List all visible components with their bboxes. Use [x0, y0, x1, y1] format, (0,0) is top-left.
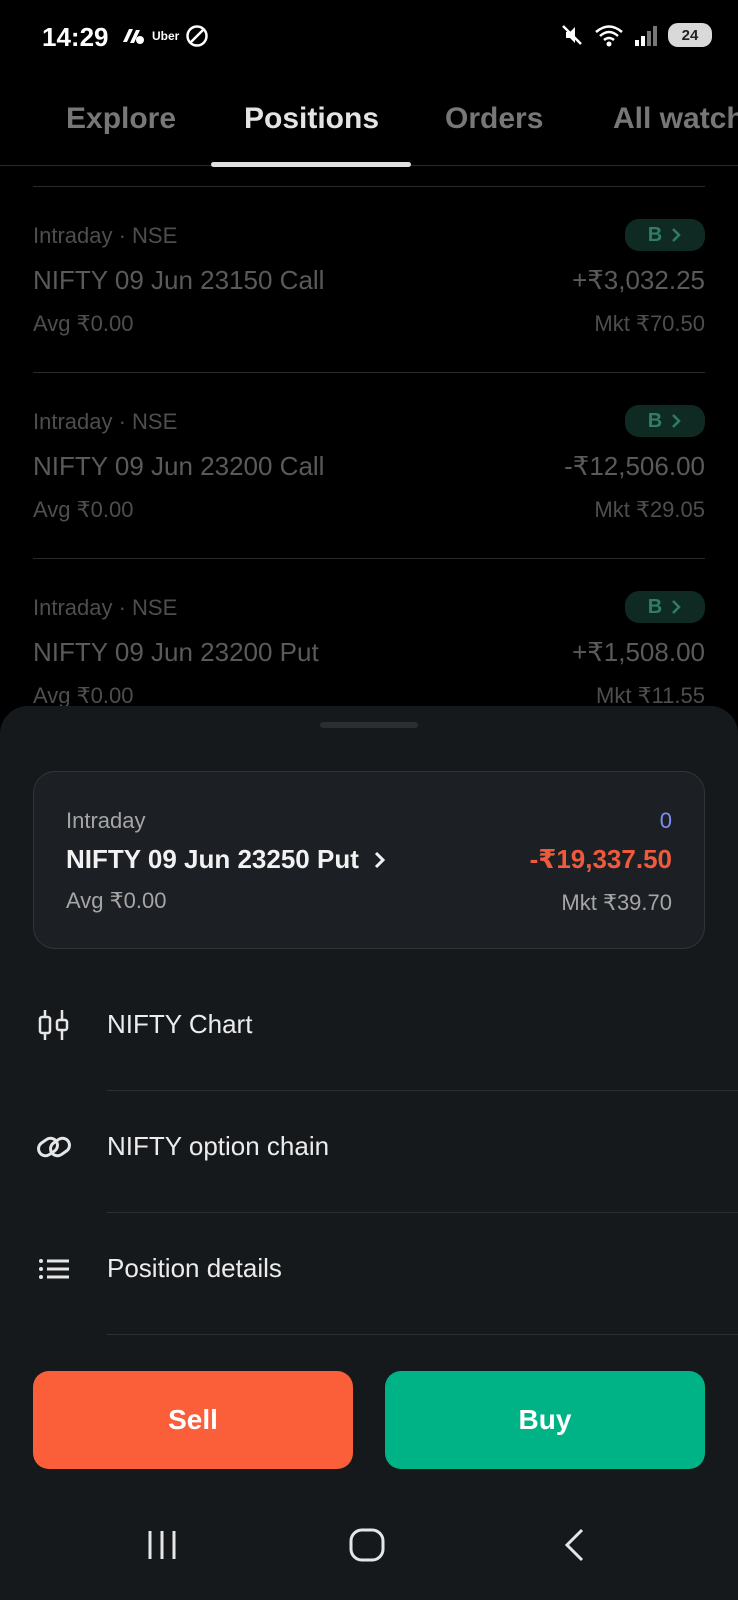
summary-pnl: -₹19,337.50 — [529, 844, 672, 874]
menu-item-option-chain[interactable]: NIFTY option chain — [0, 1091, 738, 1213]
sell-button[interactable]: Sell — [33, 1371, 353, 1469]
buy-badge[interactable]: B — [625, 219, 705, 251]
chevron-right-icon — [374, 851, 385, 868]
summary-quantity: 0 — [659, 808, 672, 833]
position-name: NIFTY 09 Jun 23200 Call — [33, 451, 325, 481]
do-not-disturb-icon — [186, 25, 209, 47]
position-meta: Intraday · NSE — [33, 409, 178, 434]
chevron-right-icon — [672, 228, 681, 242]
tab-all-watchlists[interactable]: All watch — [613, 102, 738, 136]
sheet-drag-handle[interactable] — [320, 722, 418, 728]
chevron-right-icon — [672, 414, 681, 428]
status-bar: 14:29 Uber 24 — [0, 0, 738, 76]
position-meta: Intraday · NSE — [33, 595, 178, 620]
mute-icon — [562, 25, 582, 45]
position-avg: Avg ₹0.00 — [33, 311, 134, 336]
position-bottom-sheet: Intraday NIFTY 09 Jun 23250 Put Avg ₹0.0… — [0, 706, 738, 1600]
position-mkt: Mkt ₹29.05 — [594, 497, 705, 522]
tab-positions[interactable]: Positions — [244, 102, 379, 136]
menu-label: NIFTY Chart — [107, 1009, 253, 1039]
buy-badge[interactable]: B — [625, 591, 705, 623]
status-indicators: 24 — [560, 22, 712, 48]
recents-button[interactable] — [132, 1520, 192, 1570]
summary-avg-price: Avg ₹0.00 — [66, 888, 167, 913]
uber-label: Uber — [152, 29, 180, 43]
back-button[interactable] — [544, 1520, 604, 1570]
wifi-icon — [595, 25, 623, 47]
chevron-right-icon — [672, 600, 681, 614]
position-pnl: -₹12,506.00 — [564, 451, 705, 481]
battery-icon: 24 — [668, 23, 712, 47]
uber-icon — [123, 29, 144, 44]
buy-button[interactable]: Buy — [385, 1371, 705, 1469]
position-meta: Intraday · NSE — [33, 223, 178, 248]
back-icon — [564, 1528, 584, 1562]
position-summary-card: Intraday NIFTY 09 Jun 23250 Put Avg ₹0.0… — [33, 771, 705, 949]
recents-icon — [148, 1531, 176, 1559]
position-mkt: Mkt ₹70.50 — [594, 311, 705, 336]
position-name: NIFTY 09 Jun 23150 Call — [33, 265, 325, 295]
system-nav-bar — [0, 1490, 738, 1600]
menu-item-position-details[interactable]: Position details — [0, 1213, 738, 1335]
menu-label: NIFTY option chain — [107, 1131, 330, 1161]
badge-label: B — [647, 409, 663, 432]
menu-label: Position details — [107, 1253, 282, 1283]
position-pnl: +₹3,032.25 — [572, 265, 705, 295]
tab-explore[interactable]: Explore — [66, 102, 176, 136]
tab-orders[interactable]: Orders — [445, 102, 543, 136]
position-row[interactable]: Intraday · NSE NIFTY 09 Jun 23200 Call A… — [33, 372, 705, 558]
position-avg: Avg ₹0.00 — [33, 497, 134, 522]
summary-product-type: Intraday — [66, 808, 146, 833]
uber-notification: Uber — [120, 24, 209, 48]
position-name: NIFTY 09 Jun 23200 Put — [33, 637, 319, 667]
buy-badge[interactable]: B — [625, 405, 705, 437]
candlestick-icon — [38, 1010, 69, 1040]
position-row[interactable]: Intraday · NSE NIFTY 09 Jun 23150 Call A… — [33, 186, 705, 372]
active-tab-indicator — [211, 162, 411, 167]
summary-instrument-name: NIFTY 09 Jun 23250 Put — [66, 844, 359, 874]
position-pnl: +₹1,508.00 — [572, 637, 705, 667]
list-icon — [39, 1259, 69, 1279]
top-tabs: Explore Positions Orders All watch — [0, 90, 738, 167]
summary-instrument-link[interactable]: NIFTY 09 Jun 23250 Put — [66, 844, 387, 875]
summary-market-price: Mkt ₹39.70 — [561, 890, 672, 915]
signal-icon — [635, 26, 657, 46]
status-time: 14:29 — [42, 22, 109, 52]
menu-divider — [107, 1334, 738, 1335]
menu-item-chart[interactable]: NIFTY Chart — [0, 969, 738, 1091]
link-icon — [37, 1136, 71, 1158]
badge-label: B — [647, 595, 663, 618]
badge-label: B — [647, 223, 663, 246]
home-icon — [349, 1528, 385, 1562]
home-button[interactable] — [337, 1520, 397, 1570]
